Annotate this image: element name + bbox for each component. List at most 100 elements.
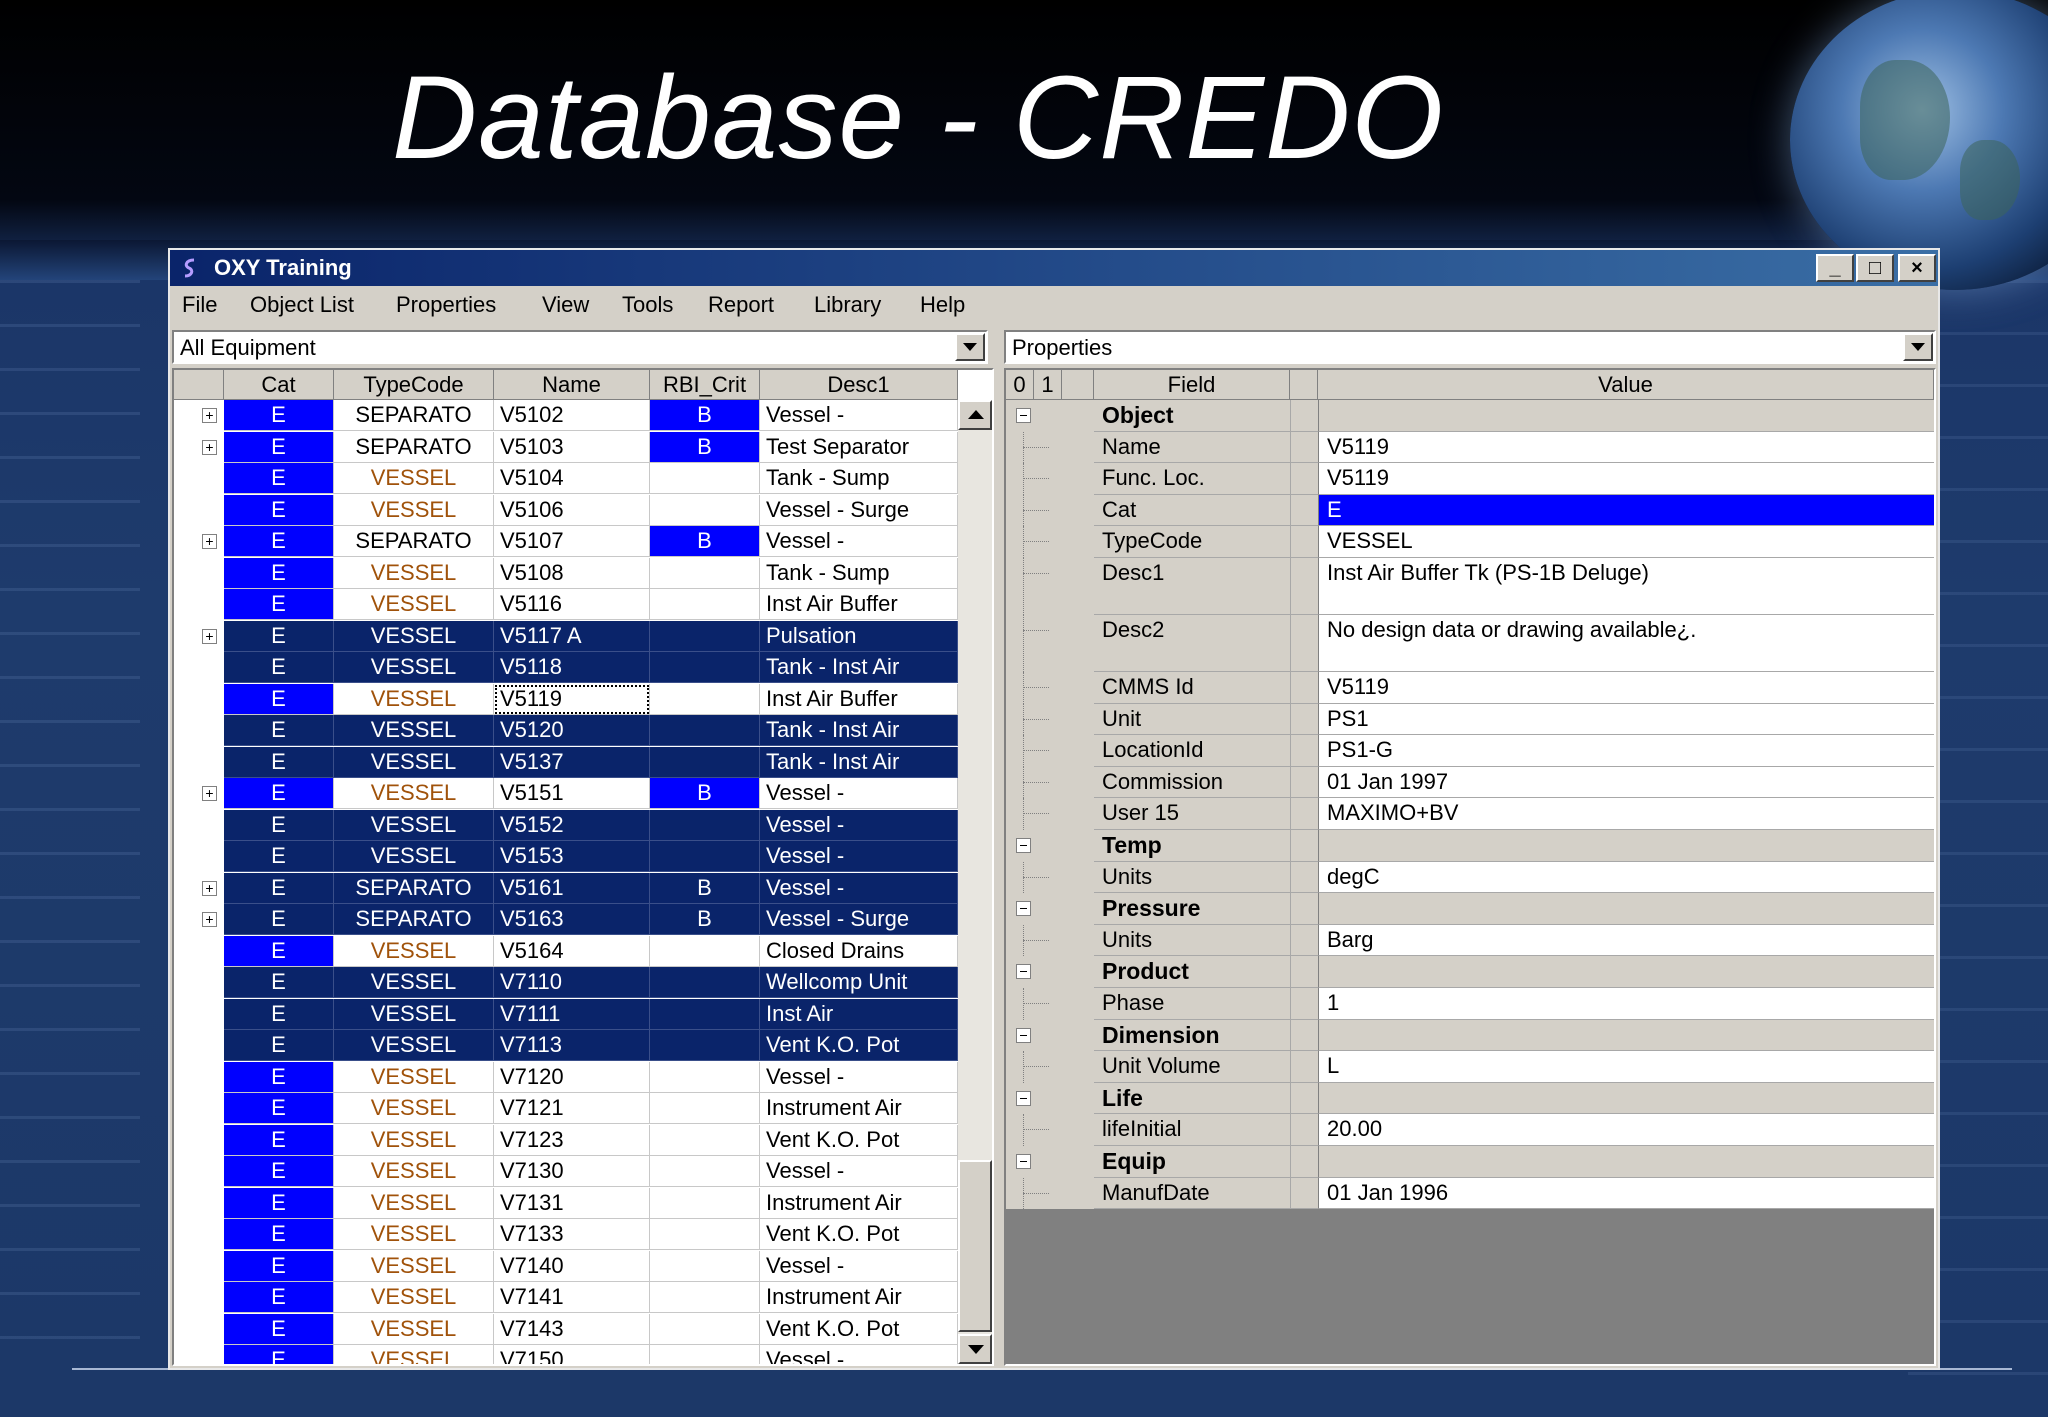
cell-typecode[interactable]: VESSEL (334, 652, 494, 683)
cell-name[interactable]: V5137 (494, 746, 650, 778)
table-row[interactable]: + E SEPARATO V5102 B Vessel - (174, 400, 992, 431)
table-row[interactable]: E VESSEL V7133 Vent K.O. Pot (174, 1219, 992, 1250)
cell-name[interactable]: V7143 (494, 1313, 650, 1345)
cell-cat[interactable]: E (224, 400, 334, 431)
cell-name[interactable]: V7113 (494, 1030, 650, 1061)
cell-typecode[interactable]: VESSEL (334, 998, 494, 1030)
cell-typecode[interactable]: VESSEL (334, 1156, 494, 1187)
cell-desc1[interactable]: Inst Air Buffer (760, 683, 958, 715)
table-row[interactable]: E VESSEL V5152 Vessel - (174, 809, 992, 841)
cell-desc1[interactable]: Vent K.O. Pot (760, 1030, 958, 1061)
menu-view[interactable]: View (542, 292, 589, 318)
cell-desc1[interactable]: Vessel - (760, 809, 958, 841)
cell-rbi-crit[interactable] (650, 1219, 760, 1250)
table-row[interactable]: E VESSEL V5118 Tank - Inst Air (174, 652, 992, 683)
property-group-row[interactable]: Life (1006, 1082, 1934, 1115)
cell-rbi-crit[interactable] (650, 1030, 760, 1061)
cell-typecode[interactable]: SEPARATO (334, 431, 494, 463)
equipment-filter-arrow[interactable] (955, 333, 985, 361)
cell-desc1[interactable]: Instrument Air (760, 1093, 958, 1124)
cell-rbi-crit[interactable] (650, 1061, 760, 1093)
property-value[interactable]: VESSEL (1318, 526, 1934, 558)
menu-properties[interactable]: Properties (396, 292, 496, 318)
table-row[interactable]: E VESSEL V5120 Tank - Inst Air (174, 715, 992, 746)
property-group-row[interactable]: Equip (1006, 1146, 1934, 1178)
cell-typecode[interactable]: VESSEL (334, 715, 494, 746)
cell-rbi-crit[interactable] (650, 652, 760, 683)
cell-name[interactable]: V5104 (494, 463, 650, 494)
cell-cat[interactable]: E (224, 809, 334, 841)
table-row[interactable]: E VESSEL V7121 Instrument Air (174, 1093, 992, 1124)
cell-typecode[interactable]: VESSEL (334, 778, 494, 809)
property-value[interactable]: Barg (1318, 924, 1934, 957)
cell-cat[interactable]: E (224, 683, 334, 715)
property-row[interactable]: ManufDate 01 Jan 1996 (1006, 1177, 1934, 1210)
cell-typecode[interactable]: VESSEL (334, 463, 494, 494)
cell-typecode[interactable]: VESSEL (334, 1345, 494, 1364)
property-group-row[interactable]: Product (1006, 956, 1934, 988)
cell-cat[interactable]: E (224, 935, 334, 967)
cell-rbi-crit[interactable] (650, 746, 760, 778)
cell-rbi-crit[interactable] (650, 809, 760, 841)
table-row[interactable]: + E SEPARATO V5163 B Vessel - Surge (174, 904, 992, 935)
cell-rbi-crit[interactable]: B (650, 904, 760, 935)
property-group-row[interactable]: Temp (1006, 830, 1934, 862)
property-row[interactable]: TypeCode VESSEL (1006, 526, 1934, 558)
property-value[interactable]: V5119 (1318, 431, 1934, 464)
expand-plus-icon[interactable]: + (202, 408, 217, 423)
cell-rbi-crit[interactable]: B (650, 872, 760, 904)
cell-rbi-crit[interactable]: B (650, 400, 760, 431)
table-row[interactable]: E VESSEL V5108 Tank - Sump (174, 557, 992, 589)
property-value[interactable]: 1 (1318, 988, 1934, 1020)
property-value[interactable]: 01 Jan 1996 (1318, 1177, 1934, 1210)
property-group-row[interactable]: Pressure (1006, 893, 1934, 925)
cell-desc1[interactable]: Inst Air (760, 998, 958, 1030)
cell-rbi-crit[interactable] (650, 967, 760, 998)
cell-rbi-crit[interactable] (650, 715, 760, 746)
cell-typecode[interactable]: VESSEL (334, 1219, 494, 1250)
cell-rbi-crit[interactable] (650, 620, 760, 652)
property-value[interactable]: PS1-G (1318, 735, 1934, 767)
expand-plus-icon[interactable]: + (202, 628, 217, 644)
column-header-typecode[interactable]: TypeCode (334, 370, 494, 400)
cell-name[interactable]: V5107 (494, 526, 650, 557)
cell-desc1[interactable]: Inst Air Buffer (760, 589, 958, 620)
property-value[interactable]: degC (1318, 861, 1934, 894)
collapse-minus-icon[interactable] (1016, 408, 1031, 423)
cell-cat[interactable]: E (224, 526, 334, 557)
cell-rbi-crit[interactable] (650, 841, 760, 872)
cell-typecode[interactable]: VESSEL (334, 935, 494, 967)
property-row[interactable]: lifeInitial 20.00 (1006, 1114, 1934, 1146)
table-row[interactable]: + E SEPARATO V5161 B Vessel - (174, 872, 992, 904)
property-group-row[interactable]: Object (1006, 400, 1934, 432)
cell-desc1[interactable]: Vent K.O. Pot (760, 1124, 958, 1156)
expand-plus-icon[interactable]: + (202, 912, 217, 927)
cell-name[interactable]: V5151 (494, 778, 650, 809)
cell-desc1[interactable]: Vessel - (760, 1061, 958, 1093)
property-row[interactable]: Units degC (1006, 861, 1934, 894)
cell-cat[interactable]: E (224, 778, 334, 809)
column-header-rbi-crit[interactable]: RBI_Crit (650, 370, 760, 400)
cell-name[interactable]: V5103 (494, 431, 650, 463)
cell-rbi-crit[interactable] (650, 998, 760, 1030)
table-row[interactable]: + E VESSEL V5117 A Pulsation (174, 620, 992, 652)
expand-plus-icon[interactable]: + (202, 534, 217, 549)
cell-rbi-crit[interactable] (650, 557, 760, 589)
table-row[interactable]: E VESSEL V7131 Instrument Air (174, 1187, 992, 1219)
cell-name[interactable]: V7141 (494, 1282, 650, 1313)
cell-cat[interactable]: E (224, 967, 334, 998)
menu-library[interactable]: Library (814, 292, 881, 318)
level-tab-0[interactable]: 0 (1006, 370, 1034, 400)
column-header-cat[interactable]: Cat (224, 370, 334, 400)
properties-selector-dropdown[interactable]: Properties (1004, 330, 1936, 364)
cell-rbi-crit[interactable] (650, 1282, 760, 1313)
scroll-down-button[interactable] (958, 1334, 992, 1364)
cell-desc1[interactable]: Instrument Air (760, 1187, 958, 1219)
property-row[interactable]: Commission 01 Jan 1997 (1006, 766, 1934, 799)
cell-cat[interactable]: E (224, 1124, 334, 1156)
cell-cat[interactable]: E (224, 841, 334, 872)
cell-name[interactable]: V5153 (494, 841, 650, 872)
cell-cat[interactable]: E (224, 1250, 334, 1282)
property-value[interactable]: 01 Jan 1997 (1318, 766, 1934, 799)
maximize-button[interactable]: □ (1856, 254, 1894, 282)
